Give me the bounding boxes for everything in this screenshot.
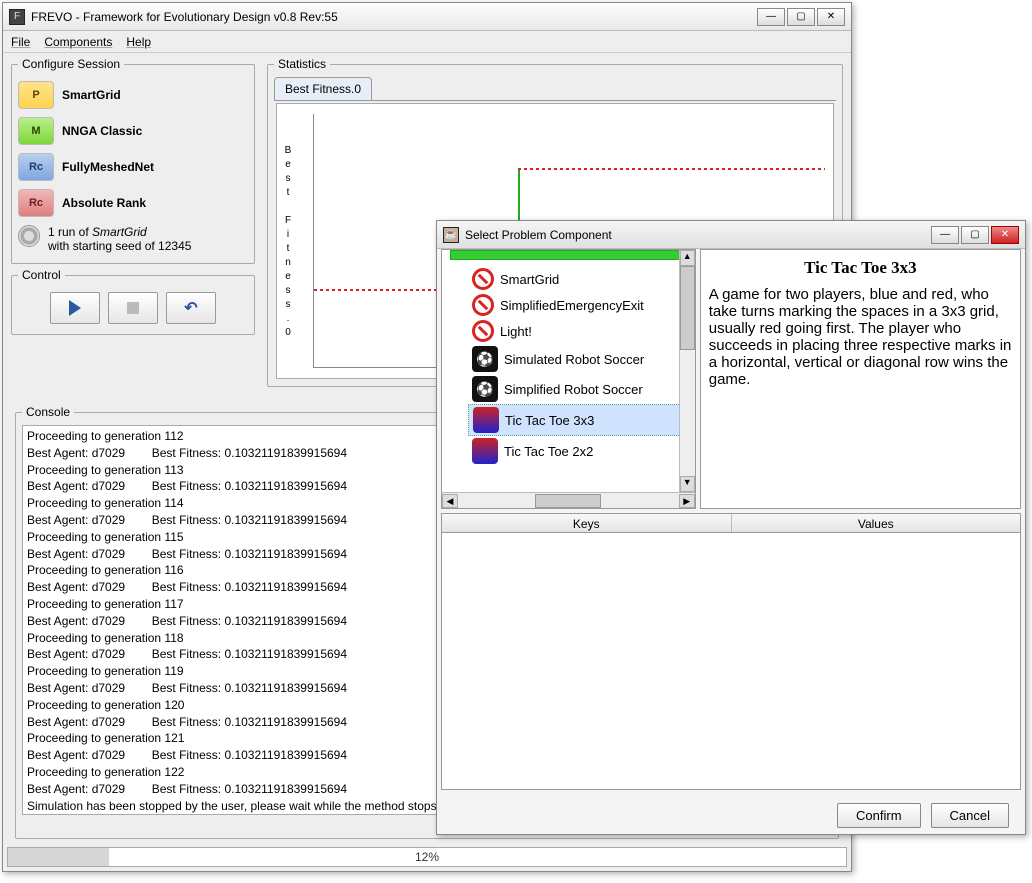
tree-item-label: SmartGrid [500,272,559,287]
tab-best-fitness[interactable]: Best Fitness.0 [274,77,372,100]
control-group: Control ↶ [11,268,255,335]
noentry-icon [472,268,494,290]
soccer-icon: ⚽ [472,346,498,372]
menu-file[interactable]: File [11,35,30,49]
gear-icon [18,225,40,247]
scroll-down-icon[interactable]: ▼ [680,476,695,492]
tree-item[interactable]: ⚽ Simplified Robot Soccer [468,374,693,404]
stats-tabbar: Best Fitness.0 [274,77,836,101]
dialog-titlebar: ☕ Select Problem Component — ▢ ✕ [437,221,1025,249]
description-body: A game for two players, blue and red, wh… [709,286,1012,388]
tree-item[interactable]: SmartGrid [468,266,693,292]
minimize-button[interactable]: — [757,8,785,26]
main-titlebar: F FREVO - Framework for Evolutionary Des… [3,3,851,31]
tree-item-label: Light! [500,324,532,339]
description-pane: Tic Tac Toe 3x3 A game for two players, … [700,249,1021,509]
java-icon: ☕ [443,227,459,243]
tree-hscroll[interactable]: ◀ ▶ [442,492,695,508]
tree-item-label: Tic Tac Toe 3x3 [505,413,594,428]
dialog-maximize-button[interactable]: ▢ [961,226,989,244]
statistics-legend: Statistics [274,57,330,71]
tree-header-bar [450,250,687,260]
stop-button[interactable] [108,292,158,324]
menubar: File Components Help [3,31,851,53]
tree-item-label: Simulated Robot Soccer [504,352,644,367]
close-button[interactable]: ✕ [817,8,845,26]
session-item-label: SmartGrid [62,88,121,102]
scroll-left-icon[interactable]: ◀ [442,494,458,508]
configure-session-group: Configure Session P SmartGridM NNGA Clas… [11,57,255,264]
dialog-close-button[interactable]: ✕ [991,226,1019,244]
tree-item[interactable]: Tic Tac Toe 2x2 [468,436,693,466]
session-item-icon: M [18,117,54,145]
kv-keys-header[interactable]: Keys [442,514,732,532]
tree-item-label: Tic Tac Toe 2x2 [504,444,593,459]
stop-icon [127,302,139,314]
configure-session-legend: Configure Session [18,57,124,71]
kv-values-header[interactable]: Values [732,514,1021,532]
tree-item[interactable]: SimplifiedEmergencyExit [468,292,693,318]
hscroll-thumb[interactable] [535,494,601,508]
noentry-icon [472,294,494,316]
chart-y-label: Best Fitness.0 [283,144,293,340]
scroll-right-icon[interactable]: ▶ [679,494,695,508]
soccer-icon: ⚽ [472,376,498,402]
session-item-label: Absolute Rank [62,196,146,210]
run-seed: with starting seed of 12345 [48,239,191,253]
dialog-title: Select Problem Component [465,228,612,242]
tree-item-label: Simplified Robot Soccer [504,382,643,397]
tree-item[interactable]: Light! [468,318,693,344]
session-item[interactable]: Rc Absolute Rank [18,185,248,221]
tictactoe-icon [473,407,499,433]
menu-help[interactable]: Help [126,35,151,49]
tree-item[interactable]: ⚽ Simulated Robot Soccer [468,344,693,374]
run-summary: 1 run of SmartGrid with starting seed of… [18,221,248,257]
session-item-icon: Rc [18,189,54,217]
select-problem-dialog: ☕ Select Problem Component — ▢ ✕ SmartGr… [436,220,1026,835]
dialog-minimize-button[interactable]: — [931,226,959,244]
session-item-label: NNGA Classic [62,124,142,138]
session-item[interactable]: P SmartGrid [18,77,248,113]
play-button[interactable] [50,292,100,324]
description-title: Tic Tac Toe 3x3 [709,258,1012,278]
console-legend: Console [22,405,74,419]
undo-icon: ↶ [184,298,197,318]
session-item-icon: Rc [18,153,54,181]
control-legend: Control [18,268,65,282]
vscroll-thumb[interactable] [680,266,695,350]
session-item-icon: P [18,81,54,109]
undo-button[interactable]: ↶ [166,292,216,324]
tree-item-label: SimplifiedEmergencyExit [500,298,644,313]
app-icon: F [9,9,25,25]
problem-tree[interactable]: SmartGridSimplifiedEmergencyExitLight!⚽S… [441,249,696,509]
scroll-up-icon[interactable]: ▲ [680,250,695,266]
play-icon [69,300,81,316]
session-item-label: FullyMeshedNet [62,160,154,174]
run-problem: SmartGrid [92,225,147,239]
kv-body[interactable] [441,533,1021,790]
cancel-button[interactable]: Cancel [931,803,1009,828]
tree-item[interactable]: Tic Tac Toe 3x3 [468,404,693,436]
session-item[interactable]: M NNGA Classic [18,113,248,149]
menu-components[interactable]: Components [44,35,112,49]
session-item[interactable]: Rc FullyMeshedNet [18,149,248,185]
kv-header: Keys Values [441,513,1021,533]
window-title: FREVO - Framework for Evolutionary Desig… [31,10,338,24]
tree-vscroll[interactable]: ▲ ▼ [679,250,695,492]
progress-bar: 12% [7,847,847,867]
maximize-button[interactable]: ▢ [787,8,815,26]
noentry-icon [472,320,494,342]
confirm-button[interactable]: Confirm [837,803,921,828]
progress-label: 12% [8,848,846,866]
tictactoe-icon [472,438,498,464]
